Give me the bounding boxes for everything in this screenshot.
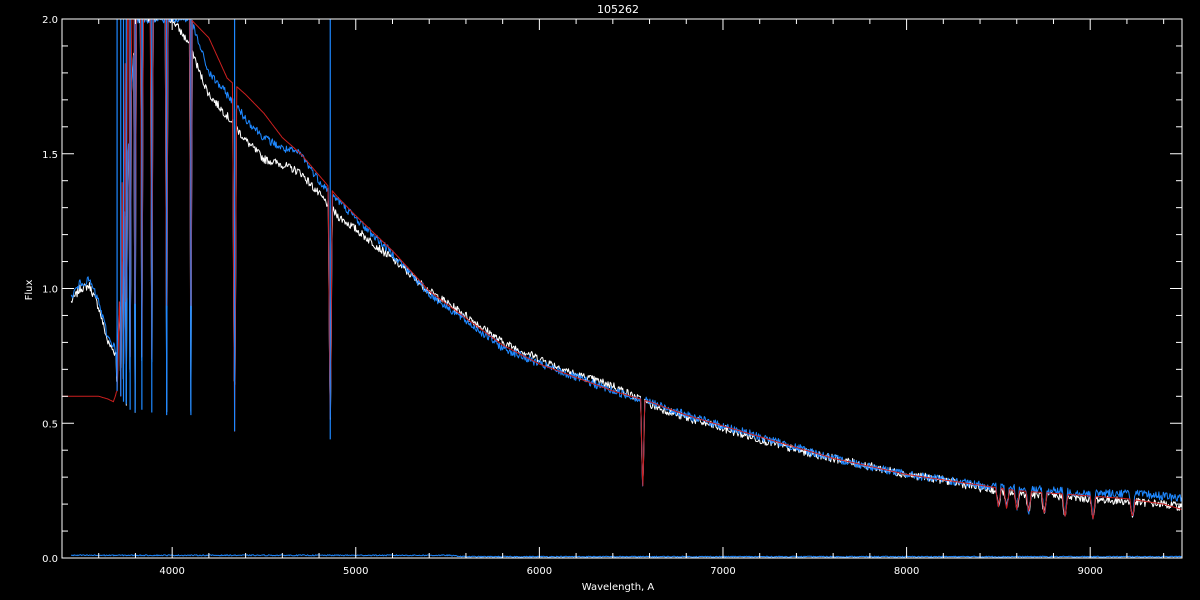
chart-title: 105262 — [597, 3, 639, 16]
x-axis-label: Wavelength, A — [582, 582, 655, 593]
y-tick-label: 2.0 — [42, 15, 58, 26]
y-tick-label: 1.0 — [42, 285, 58, 296]
x-tick-label: 4000 — [159, 566, 184, 577]
y-tick-label: 0.5 — [42, 419, 58, 430]
x-tick-label: 7000 — [710, 566, 735, 577]
spectrum-chart: 105262 4000 5000 6000 7000 8000 9000 0.0 0.5 1.0… — [0, 0, 1200, 600]
x-tick-label: 9000 — [1077, 566, 1102, 577]
y-axis-label: Flux — [24, 280, 35, 301]
x-tick-label: 8000 — [894, 566, 919, 577]
x-tick-label: 5000 — [343, 566, 368, 577]
chart-background — [0, 0, 1200, 600]
x-tick-label: 6000 — [527, 566, 552, 577]
spectrum-plot-svg: 105262 4000 5000 6000 7000 8000 9000 0.0 0.5 1.0… — [0, 0, 1200, 600]
y-tick-label: 0.0 — [42, 554, 58, 565]
y-tick-label: 1.5 — [42, 150, 58, 161]
